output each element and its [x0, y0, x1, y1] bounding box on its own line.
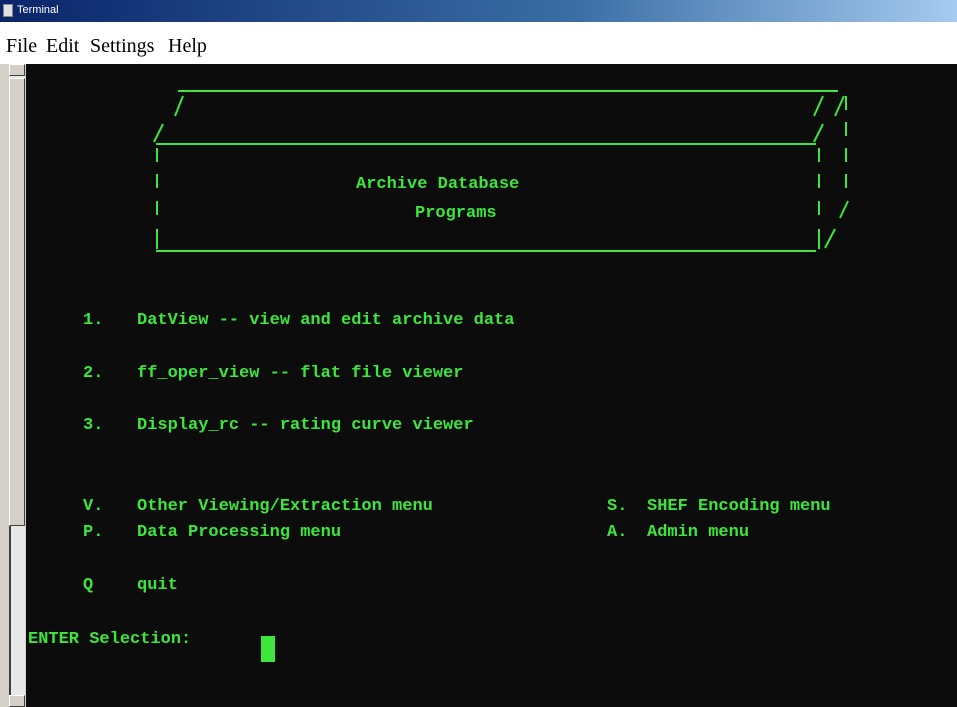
- quit-key[interactable]: Q: [83, 576, 93, 596]
- scroll-thumb[interactable]: [9, 78, 25, 526]
- menu-help[interactable]: Help: [168, 35, 207, 58]
- menu-data-processing[interactable]: Data Processing menu: [137, 523, 341, 543]
- option-datview[interactable]: DatView -- view and edit archive data: [137, 311, 514, 331]
- scroll-grip: [9, 526, 16, 707]
- text-cursor[interactable]: [261, 636, 275, 662]
- quit-option[interactable]: quit: [137, 576, 178, 596]
- menu-key-a[interactable]: A.: [607, 523, 627, 543]
- banner-title-line1: Archive Database: [356, 175, 520, 194]
- title-bar: Terminal: [0, 0, 957, 22]
- scroll-up-arrow-icon[interactable]: [9, 64, 25, 76]
- option-display-rc[interactable]: Display_rc -- rating curve viewer: [137, 416, 474, 436]
- menu-shef-encoding[interactable]: SHEF Encoding menu: [647, 497, 831, 517]
- option-key-2[interactable]: 2.: [83, 364, 103, 384]
- menu-admin[interactable]: Admin menu: [647, 523, 749, 543]
- option-key-1[interactable]: 1.: [83, 311, 103, 331]
- menu-bar: File Edit Settings Help: [0, 22, 957, 65]
- selection-prompt: ENTER Selection:: [28, 630, 192, 649]
- terminal-screen[interactable]: Archive Database Programs 1. DatView -- …: [26, 64, 957, 707]
- menu-key-p[interactable]: P.: [83, 523, 103, 543]
- vertical-scrollbar[interactable]: [0, 64, 27, 707]
- banner-box-frame: [153, 90, 849, 252]
- window-title: Terminal: [17, 4, 59, 16]
- menu-other-viewing[interactable]: Other Viewing/Extraction menu: [137, 497, 433, 517]
- menu-key-s[interactable]: S.: [607, 497, 627, 517]
- menu-file[interactable]: File: [6, 35, 37, 58]
- scroll-down-arrow-icon[interactable]: [9, 695, 25, 707]
- option-key-3[interactable]: 3.: [83, 416, 103, 436]
- option-ff-oper-view[interactable]: ff_oper_view -- flat file viewer: [137, 364, 463, 384]
- menu-edit[interactable]: Edit: [46, 35, 79, 58]
- banner-title-line2: Programs: [415, 204, 497, 223]
- terminal-app-icon: [3, 4, 13, 17]
- menu-settings[interactable]: Settings: [90, 35, 154, 58]
- menu-key-v[interactable]: V.: [83, 497, 103, 517]
